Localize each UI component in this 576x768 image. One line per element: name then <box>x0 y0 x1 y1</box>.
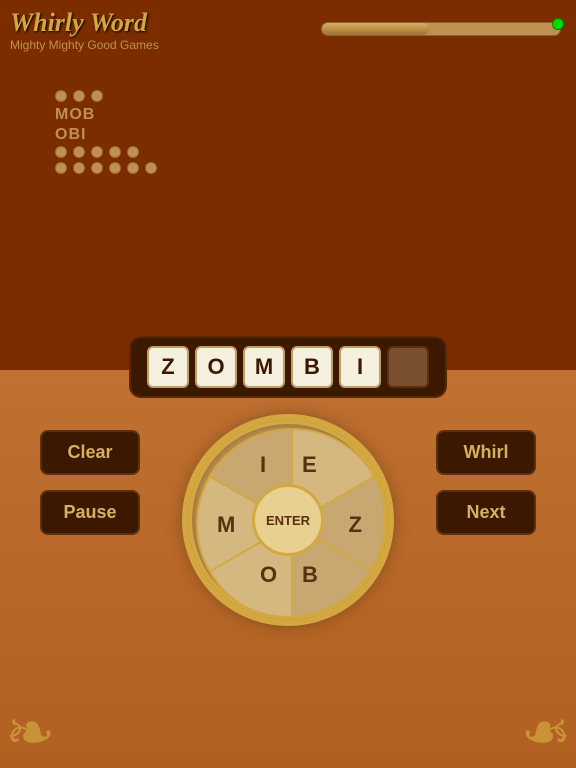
next-button[interactable]: Next <box>436 490 536 535</box>
wheel-letter-B[interactable]: B <box>302 562 318 588</box>
found-word-obi: OBI <box>55 126 157 144</box>
dot-14 <box>145 162 157 174</box>
letter-tile-3[interactable]: M <box>243 346 285 388</box>
letter-tile-5[interactable]: I <box>339 346 381 388</box>
app-subtitle: Mighty Mighty Good Games <box>10 38 159 52</box>
wheel-letter-O[interactable]: O <box>260 562 277 588</box>
progress-bar-container <box>321 22 561 36</box>
letter-wheel[interactable]: I E M Z O B ENTER <box>188 420 388 620</box>
dot-2 <box>73 90 85 102</box>
dot-4 <box>55 146 67 158</box>
wheel-letter-I[interactable]: I <box>260 452 266 478</box>
dot-11 <box>91 162 103 174</box>
whirl-button[interactable]: Whirl <box>436 430 536 475</box>
word-lists: MOB OBI <box>55 90 157 178</box>
progress-dot <box>552 18 564 30</box>
dot-8 <box>127 146 139 158</box>
enter-button[interactable]: ENTER <box>252 484 324 556</box>
dot-9 <box>55 162 67 174</box>
word-display: Z O M B I <box>129 336 447 398</box>
wheel-body[interactable]: I E M Z O B ENTER <box>188 420 388 620</box>
three-letter-dots <box>55 90 157 102</box>
letter-tile-2[interactable]: O <box>195 346 237 388</box>
wheel-letter-M[interactable]: M <box>217 512 235 538</box>
bottom-section: Clear Pause Whirl Next <box>0 370 576 768</box>
dot-12 <box>109 162 121 174</box>
dot-3 <box>91 90 103 102</box>
flourish-right: ❧ <box>521 703 571 763</box>
letter-tile-1[interactable]: Z <box>147 346 189 388</box>
pause-button[interactable]: Pause <box>40 490 140 535</box>
letter-tile-6 <box>387 346 429 388</box>
dot-7 <box>109 146 121 158</box>
dot-13 <box>127 162 139 174</box>
app-header: Whirly Word Mighty Mighty Good Games <box>10 8 159 52</box>
top-section: Whirly Word Mighty Mighty Good Games MOB… <box>0 0 576 370</box>
flourish-left: ❧ <box>5 703 55 763</box>
dot-1 <box>55 90 67 102</box>
dot-10 <box>73 162 85 174</box>
found-word-mob: MOB <box>55 106 157 124</box>
dot-5 <box>73 146 85 158</box>
six-letter-dots <box>55 162 157 174</box>
five-letter-dots <box>55 146 157 158</box>
clear-button[interactable]: Clear <box>40 430 140 475</box>
wheel-letter-E[interactable]: E <box>302 452 317 478</box>
wheel-letter-Z[interactable]: Z <box>349 512 362 538</box>
letter-tile-4[interactable]: B <box>291 346 333 388</box>
app-title: Whirly Word <box>10 8 159 38</box>
dot-6 <box>91 146 103 158</box>
progress-bar-fill <box>322 23 429 35</box>
